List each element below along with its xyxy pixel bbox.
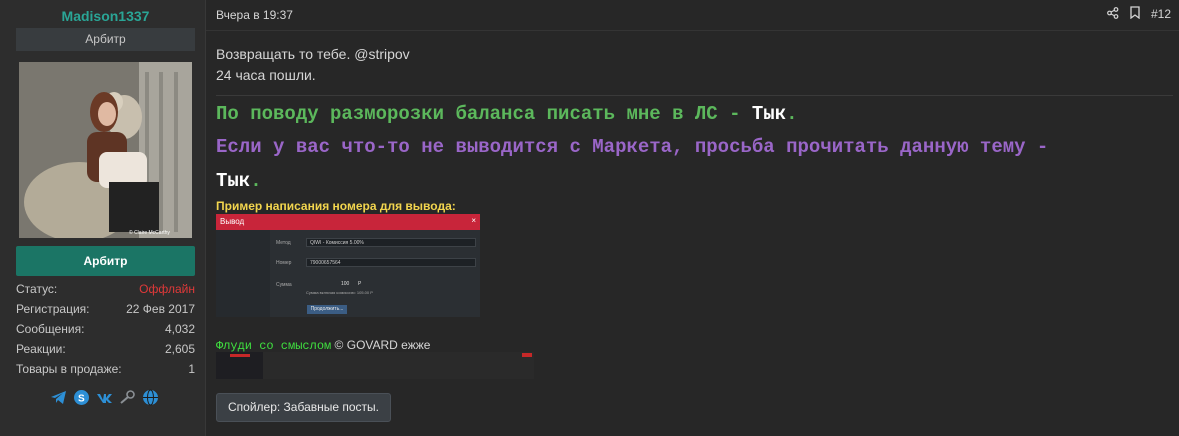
post-line-2: 24 часа пошли. — [216, 67, 316, 83]
spoiler-button[interactable]: Спойлер: Забавные посты. — [216, 393, 392, 422]
flood-green: Флуди со смыслом — [216, 339, 332, 353]
username[interactable]: Madison1337 — [16, 8, 195, 24]
screenshot-side-panel — [216, 230, 270, 317]
sum-label: Сумма — [276, 282, 292, 288]
avatar[interactable]: © Claire McCarthy — [19, 62, 192, 238]
stat-label: Сообщения: — [16, 322, 85, 336]
post-number[interactable]: #12 — [1151, 7, 1171, 21]
sum-value: 100 — [341, 281, 350, 287]
post-content: Вчера в 19:37 #12 Возвращать то тебе. @s… — [206, 0, 1179, 436]
screenshot-submit: Продолжить... — [307, 305, 347, 314]
number-label: Номер — [276, 260, 292, 266]
divider — [206, 30, 1179, 31]
stat-label: Реакции: — [16, 342, 66, 356]
signature-divider — [216, 95, 1173, 96]
signature-line-2: Если у вас что-то не выводится с Маркета… — [216, 136, 1049, 158]
screenshot-header: Вывод × — [216, 214, 480, 230]
thumb-side — [216, 352, 263, 379]
period: . — [250, 170, 262, 192]
post-line-1: Возвращать то тебе. @stripov — [216, 46, 410, 62]
post-date[interactable]: Вчера в 19:37 — [216, 8, 293, 22]
stat-status: Статус: Оффлайн — [16, 280, 195, 300]
screenshot-title: Вывод — [220, 217, 245, 226]
currency-sign: Р — [358, 281, 362, 287]
signature-line-1: По поводу разморозки баланса писать мне … — [216, 103, 798, 125]
stat-reactions: Реакции: 2,605 — [16, 340, 195, 360]
skype-icon[interactable]: S — [73, 389, 90, 406]
method-field: QIWI - Комиссия 5.00% — [306, 238, 476, 247]
sum-note: Сумма включая комиссию: 105.00 Р — [306, 290, 373, 295]
number-field: 79000657564 — [306, 258, 476, 267]
steam-icon[interactable] — [119, 389, 136, 406]
user-stats: Статус: Оффлайн Регистрация: 22 Фев 2017… — [16, 280, 195, 380]
signature-text: По поводу разморозки баланса писать мне … — [216, 103, 752, 125]
flood-credit: © GOVARD ежже — [331, 338, 431, 352]
vk-icon[interactable] — [96, 389, 113, 406]
period: . — [786, 103, 798, 125]
topic-link[interactable]: Тык — [216, 170, 250, 192]
avatar-caption: © Claire McCarthy — [129, 229, 170, 236]
stat-value: 1 — [188, 362, 195, 376]
user-sidebar: Madison1337 Арбитр © Claire McCarthy Арб… — [0, 0, 206, 436]
web-icon[interactable] — [142, 389, 159, 406]
pm-link[interactable]: Тык — [752, 103, 786, 125]
thumb-logo — [230, 354, 250, 357]
stat-label: Регистрация: — [16, 302, 90, 316]
withdraw-screenshot[interactable]: Вывод × Метод QIWI - Комиссия 5.00% Номер… — [216, 214, 480, 317]
stat-value: Оффлайн — [139, 282, 195, 296]
stat-items-for-sale: Товары в продаже: 1 — [16, 360, 195, 380]
stat-value: 2,605 — [164, 342, 195, 356]
bookmark-icon[interactable] — [1129, 6, 1141, 22]
close-icon: × — [471, 216, 476, 225]
svg-text:S: S — [78, 394, 85, 405]
example-label: Пример написания номера для вывода: — [216, 199, 456, 213]
thumb-badge — [522, 353, 532, 357]
signature-image[interactable] — [216, 352, 534, 379]
stat-value: 22 Фев 2017 — [126, 302, 195, 316]
stat-registration: Регистрация: 22 Фев 2017 — [16, 300, 195, 320]
stat-label: Статус: — [16, 282, 58, 296]
signature-line-3: Тык. — [216, 170, 262, 192]
social-links: S — [50, 389, 159, 406]
flood-line: Флуди со смыслом © GOVARD ежже — [216, 338, 430, 353]
role-button[interactable]: Арбитр — [16, 246, 195, 276]
method-label: Метод — [276, 240, 291, 246]
user-title: Арбитр — [16, 28, 195, 51]
post-actions: #12 — [1107, 6, 1171, 22]
stat-value: 4,032 — [164, 322, 195, 336]
stat-messages: Сообщения: 4,032 — [16, 320, 195, 340]
stat-label: Товары в продаже: — [16, 362, 122, 376]
share-icon[interactable] — [1107, 6, 1119, 22]
telegram-icon[interactable] — [50, 389, 67, 406]
